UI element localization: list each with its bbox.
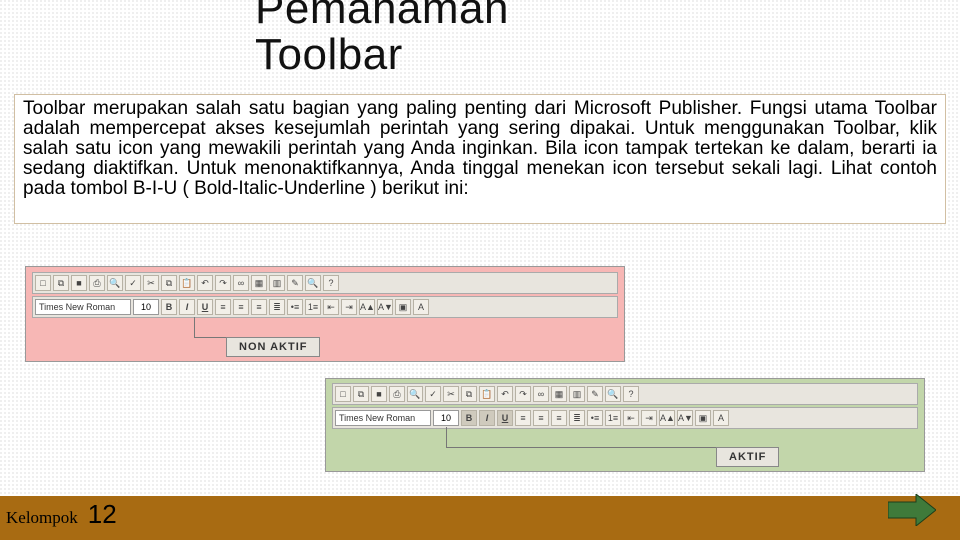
toolbar-example-nonactive: □ ⧉ ■ ⎙ 🔍 ✓ ✂ ⧉ 📋 ↶ ↷ ∞ ▦ ▥ ✎ 🔍 ? Times … <box>25 266 625 362</box>
page-title: Pemahaman Toolbar <box>255 0 509 78</box>
zoom-icon: 🔍 <box>305 275 321 291</box>
footer-group: Kelompok <box>6 508 78 528</box>
toolbar-standard-row: □ ⧉ ■ ⎙ 🔍 ✓ ✂ ⧉ 📋 ↶ ↷ ∞ ▦ ▥ ✎ 🔍 ? <box>32 272 618 294</box>
open-icon: ⧉ <box>53 275 69 291</box>
new-icon: □ <box>35 275 51 291</box>
align-left-icon: ≡ <box>515 410 531 426</box>
table-icon: ▦ <box>551 386 567 402</box>
description-text: Toolbar merupakan salah satu bagian yang… <box>23 98 937 199</box>
redo-icon: ↷ <box>215 275 231 291</box>
callout-line <box>446 427 447 447</box>
paste-icon: 📋 <box>179 275 195 291</box>
help-icon: ? <box>323 275 339 291</box>
underline-icon: U <box>497 410 513 426</box>
font-size-text: 10 <box>141 302 151 312</box>
new-icon: □ <box>335 386 351 402</box>
font-color-icon: A <box>713 410 729 426</box>
numbering-icon: 1≡ <box>605 410 621 426</box>
bullets-icon: •≡ <box>287 299 303 315</box>
help-icon: ? <box>623 386 639 402</box>
footer-left: Kelompok 12 <box>6 499 117 530</box>
toolbar-formatting-row: Times New Roman 10 B I U ≡ ≡ ≡ ≣ •≡ 1≡ ⇤… <box>332 407 918 429</box>
italic-icon: I <box>479 410 495 426</box>
columns-icon: ▥ <box>269 275 285 291</box>
print-icon: ⎙ <box>389 386 405 402</box>
align-right-icon: ≡ <box>551 410 567 426</box>
italic-icon: I <box>179 299 195 315</box>
preview-icon: 🔍 <box>407 386 423 402</box>
align-center-icon: ≡ <box>533 410 549 426</box>
description-box: Toolbar merupakan salah satu bagian yang… <box>14 94 946 224</box>
font-shrink-icon: A▼ <box>677 410 693 426</box>
indent-inc-icon: ⇥ <box>341 299 357 315</box>
font-size-box: 10 <box>433 410 459 426</box>
save-icon: ■ <box>71 275 87 291</box>
font-color-icon: A <box>413 299 429 315</box>
spell-icon: ✓ <box>125 275 141 291</box>
underline-icon: U <box>197 299 213 315</box>
font-name-text: Times New Roman <box>39 300 115 314</box>
bullets-icon: •≡ <box>587 410 603 426</box>
justify-icon: ≣ <box>269 299 285 315</box>
link-icon: ∞ <box>233 275 249 291</box>
callout-line <box>194 317 195 337</box>
next-arrow-button[interactable] <box>888 494 936 526</box>
label-aktif: AKTIF <box>716 447 779 467</box>
link-icon: ∞ <box>533 386 549 402</box>
copy-icon: ⧉ <box>461 386 477 402</box>
toolbar-standard-row: □ ⧉ ■ ⎙ 🔍 ✓ ✂ ⧉ 📋 ↶ ↷ ∞ ▦ ▥ ✎ 🔍 ? <box>332 383 918 405</box>
redo-icon: ↷ <box>515 386 531 402</box>
spell-icon: ✓ <box>425 386 441 402</box>
table-icon: ▦ <box>251 275 267 291</box>
title-line-1: Pemahaman <box>255 0 509 33</box>
align-right-icon: ≡ <box>251 299 267 315</box>
toolbar-formatting-row: Times New Roman 10 B I U ≡ ≡ ≡ ≣ •≡ 1≡ ⇤… <box>32 296 618 318</box>
copy-icon: ⧉ <box>161 275 177 291</box>
numbering-icon: 1≡ <box>305 299 321 315</box>
indent-dec-icon: ⇤ <box>323 299 339 315</box>
preview-icon: 🔍 <box>107 275 123 291</box>
footer-number: 12 <box>88 499 117 530</box>
fill-color-icon: ▣ <box>395 299 411 315</box>
label-nonaktif: NON AKTIF <box>226 337 320 357</box>
columns-icon: ▥ <box>569 386 585 402</box>
arrow-right-icon <box>888 494 936 526</box>
draw-icon: ✎ <box>587 386 603 402</box>
fill-color-icon: ▣ <box>695 410 711 426</box>
save-icon: ■ <box>371 386 387 402</box>
font-name-text: Times New Roman <box>339 411 415 425</box>
font-grow-icon: A▲ <box>359 299 375 315</box>
font-shrink-icon: A▼ <box>377 299 393 315</box>
undo-icon: ↶ <box>497 386 513 402</box>
font-name-box: Times New Roman <box>35 299 131 315</box>
footer-bar <box>0 496 960 540</box>
font-grow-icon: A▲ <box>659 410 675 426</box>
justify-icon: ≣ <box>569 410 585 426</box>
title-line-2: Toolbar <box>255 30 403 79</box>
draw-icon: ✎ <box>287 275 303 291</box>
slide: Pemahaman Toolbar Toolbar merupakan sala… <box>0 0 960 540</box>
font-size-box: 10 <box>133 299 159 315</box>
font-size-text: 10 <box>441 413 451 423</box>
cut-icon: ✂ <box>443 386 459 402</box>
paste-icon: 📋 <box>479 386 495 402</box>
align-center-icon: ≡ <box>233 299 249 315</box>
toolbar-example-active: □ ⧉ ■ ⎙ 🔍 ✓ ✂ ⧉ 📋 ↶ ↷ ∞ ▦ ▥ ✎ 🔍 ? Times … <box>325 378 925 472</box>
font-name-box: Times New Roman <box>335 410 431 426</box>
align-left-icon: ≡ <box>215 299 231 315</box>
open-icon: ⧉ <box>353 386 369 402</box>
print-icon: ⎙ <box>89 275 105 291</box>
zoom-icon: 🔍 <box>605 386 621 402</box>
bold-icon: B <box>461 410 477 426</box>
indent-dec-icon: ⇤ <box>623 410 639 426</box>
bold-icon: B <box>161 299 177 315</box>
cut-icon: ✂ <box>143 275 159 291</box>
undo-icon: ↶ <box>197 275 213 291</box>
indent-inc-icon: ⇥ <box>641 410 657 426</box>
